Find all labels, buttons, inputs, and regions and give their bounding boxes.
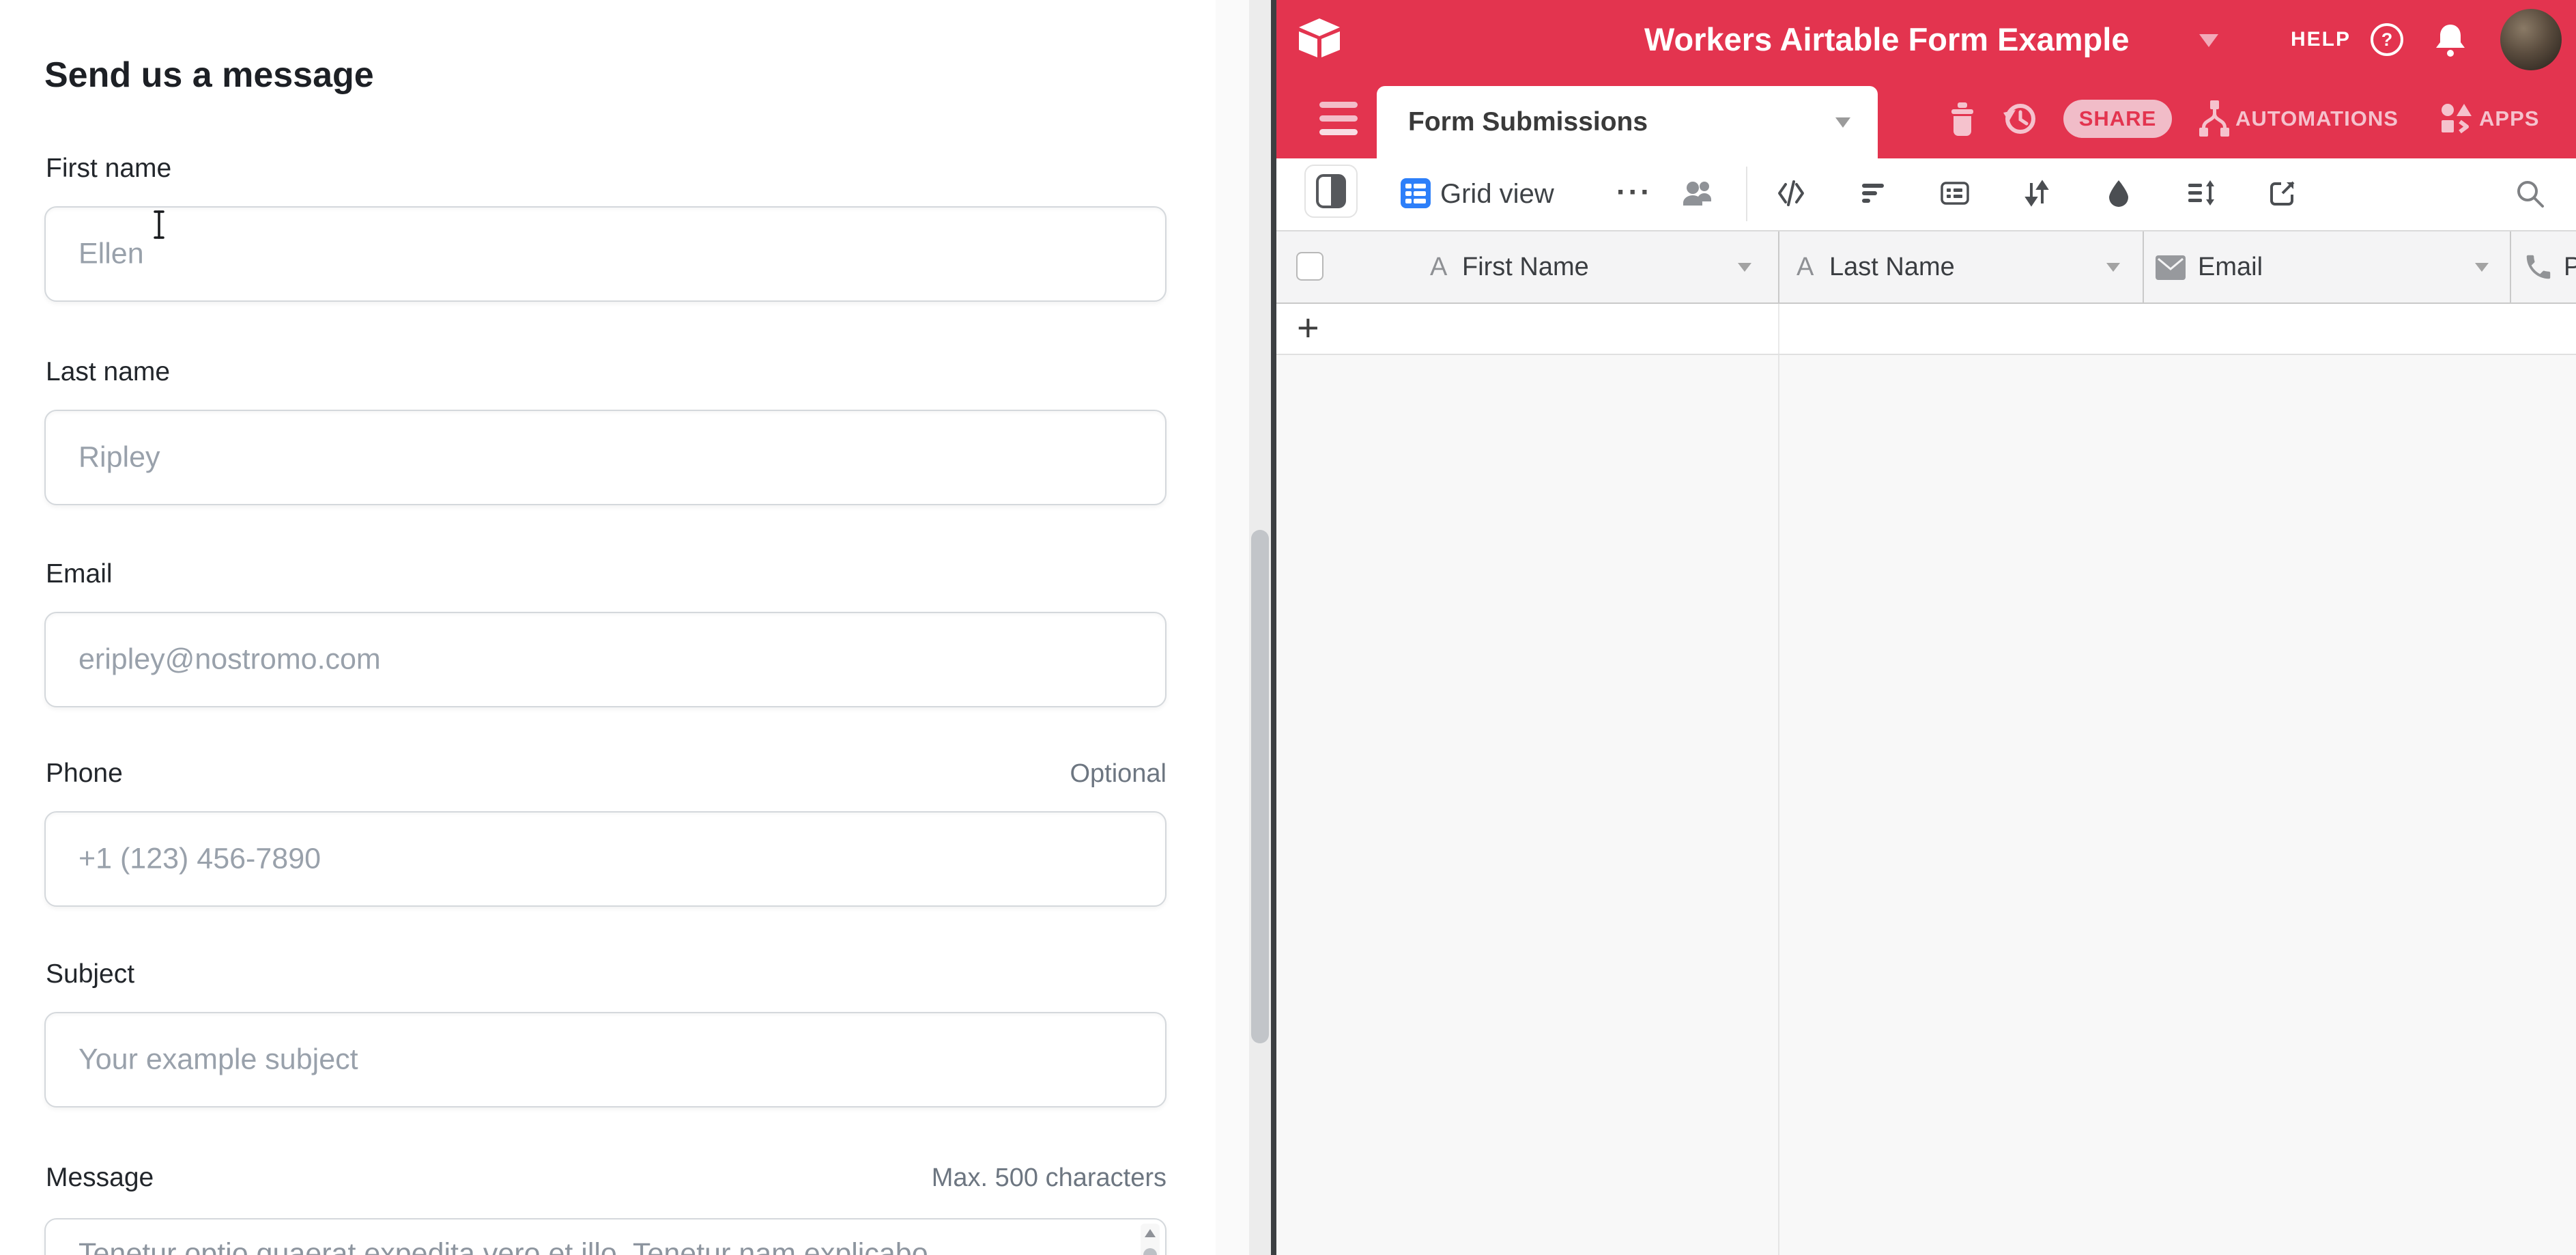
text-cursor-icon [152, 209, 167, 240]
sort-icon[interactable] [2022, 178, 2052, 208]
subject-input[interactable]: Your example subject [44, 1012, 1167, 1108]
sidebar-toggle-button[interactable] [1304, 165, 1358, 218]
column-caret-icon[interactable] [2106, 263, 2120, 272]
add-row[interactable]: + [1276, 304, 2576, 355]
tab-form-submissions[interactable]: Form Submissions [1377, 86, 1878, 158]
email-label: Email [46, 559, 113, 590]
airtable-tablebar: Form Submissions SHARE [1276, 79, 2576, 158]
email-field-icon [2156, 255, 2186, 280]
sidebar-toggle-icon [1316, 174, 1346, 208]
phone-field-icon [2523, 251, 2554, 283]
tab-caret-icon[interactable] [1835, 117, 1850, 128]
view-name[interactable]: Grid view [1440, 158, 1554, 230]
group-icon[interactable] [1940, 178, 1970, 208]
window-divider [1271, 0, 1276, 1255]
form-page-gutter [1216, 0, 1249, 1255]
share-label: SHARE [2079, 107, 2157, 131]
last-name-input[interactable]: Ripley [44, 410, 1167, 505]
message-text: Tenetur optio quaerat expedita vero et i… [78, 1237, 1109, 1255]
subject-placeholder: Your example subject [78, 1043, 358, 1077]
message-scrollbar[interactable] [1141, 1224, 1160, 1255]
select-all-checkbox[interactable] [1296, 252, 1323, 281]
column-caret-icon[interactable] [1738, 263, 1751, 272]
email-placeholder: eripley@nostromo.com [78, 643, 381, 677]
grid-empty-area [1276, 355, 2576, 1255]
filter-icon[interactable] [1858, 178, 1888, 208]
airtable-topbar: Workers Airtable Form Example HELP ? [1276, 0, 2576, 79]
message-textarea[interactable]: Tenetur optio quaerat expedita vero et i… [44, 1218, 1167, 1255]
collaborators-icon[interactable] [1682, 178, 1715, 209]
add-row-plus-icon[interactable]: + [1297, 304, 1319, 352]
frozen-column-divider [1778, 304, 1779, 354]
search-icon[interactable] [2515, 178, 2545, 208]
email-input[interactable]: eripley@nostromo.com [44, 612, 1167, 707]
phone-optional-note: Optional [1070, 758, 1167, 789]
automations-icon[interactable] [2198, 100, 2231, 137]
phone-placeholder: +1 (123) 456-7890 [78, 843, 321, 876]
frozen-column-divider [1778, 355, 1779, 1255]
message-scrollbar-thumb[interactable] [1143, 1248, 1157, 1255]
column-phone[interactable]: Phone [2564, 231, 2576, 302]
first-name-input[interactable]: Ellen [44, 206, 1167, 302]
grid-view-icon[interactable] [1401, 178, 1431, 208]
message-maxlength-note: Max. 500 characters [932, 1162, 1167, 1194]
message-label: Message [46, 1162, 154, 1194]
column-last-name[interactable]: Last Name [1829, 231, 1955, 302]
toolbar-divider [1746, 167, 1747, 221]
apps-button[interactable]: APPS [2479, 79, 2539, 158]
menu-hamburger-icon[interactable] [1319, 102, 1358, 136]
notifications-bell-icon[interactable] [2435, 23, 2466, 57]
column-divider[interactable] [2510, 231, 2511, 302]
phone-label: Phone [46, 758, 123, 789]
column-divider[interactable] [1778, 231, 1779, 302]
contact-form-panel: Send us a message First name Ellen Last … [0, 0, 1216, 1255]
column-caret-icon[interactable] [2475, 263, 2489, 272]
phone-input[interactable]: +1 (123) 456-7890 [44, 811, 1167, 907]
view-more-button[interactable]: ··· [1616, 158, 1652, 227]
column-email[interactable]: Email [2198, 231, 2263, 302]
share-view-icon[interactable] [2267, 178, 2298, 208]
base-title[interactable]: Workers Airtable Form Example [1644, 20, 2129, 58]
view-toolbar: Grid view ··· [1276, 158, 2576, 230]
scroll-up-arrow-icon[interactable] [1145, 1229, 1156, 1237]
base-title-caret-icon[interactable] [2199, 34, 2218, 47]
color-icon[interactable] [2104, 178, 2134, 208]
text-field-icon: A [1797, 231, 1814, 302]
user-avatar[interactable] [2500, 9, 2562, 70]
first-name-placeholder: Ellen [78, 238, 144, 271]
help-circle-icon[interactable]: ? [2371, 23, 2403, 56]
help-button[interactable]: HELP [2291, 0, 2351, 79]
text-field-icon: A [1430, 231, 1447, 302]
help-glyph: ? [2381, 29, 2393, 51]
page-scrollbar-thumb[interactable] [1251, 530, 1269, 1043]
subject-label: Subject [46, 959, 134, 990]
automations-button[interactable]: AUTOMATIONS [2235, 79, 2399, 158]
trash-icon[interactable] [1947, 102, 1977, 137]
first-name-label: First name [46, 153, 171, 184]
grid-header-row: A First Name A Last Name Email Phone [1276, 230, 2576, 304]
last-name-label: Last name [46, 356, 170, 388]
form-heading: Send us a message [44, 55, 374, 96]
last-name-placeholder: Ripley [78, 441, 160, 475]
hide-fields-icon[interactable] [1776, 178, 1806, 208]
apps-icon[interactable] [2441, 102, 2472, 135]
row-height-icon[interactable] [2186, 178, 2216, 208]
share-button[interactable]: SHARE [2063, 100, 2172, 138]
airtable-panel: Workers Airtable Form Example HELP ? For… [1276, 0, 2576, 1255]
history-icon[interactable] [2002, 100, 2037, 137]
tab-label: Form Submissions [1408, 86, 1648, 158]
column-divider[interactable] [2143, 231, 2144, 302]
column-first-name[interactable]: First Name [1462, 231, 1589, 302]
airtable-logo-icon[interactable] [1297, 18, 1342, 60]
